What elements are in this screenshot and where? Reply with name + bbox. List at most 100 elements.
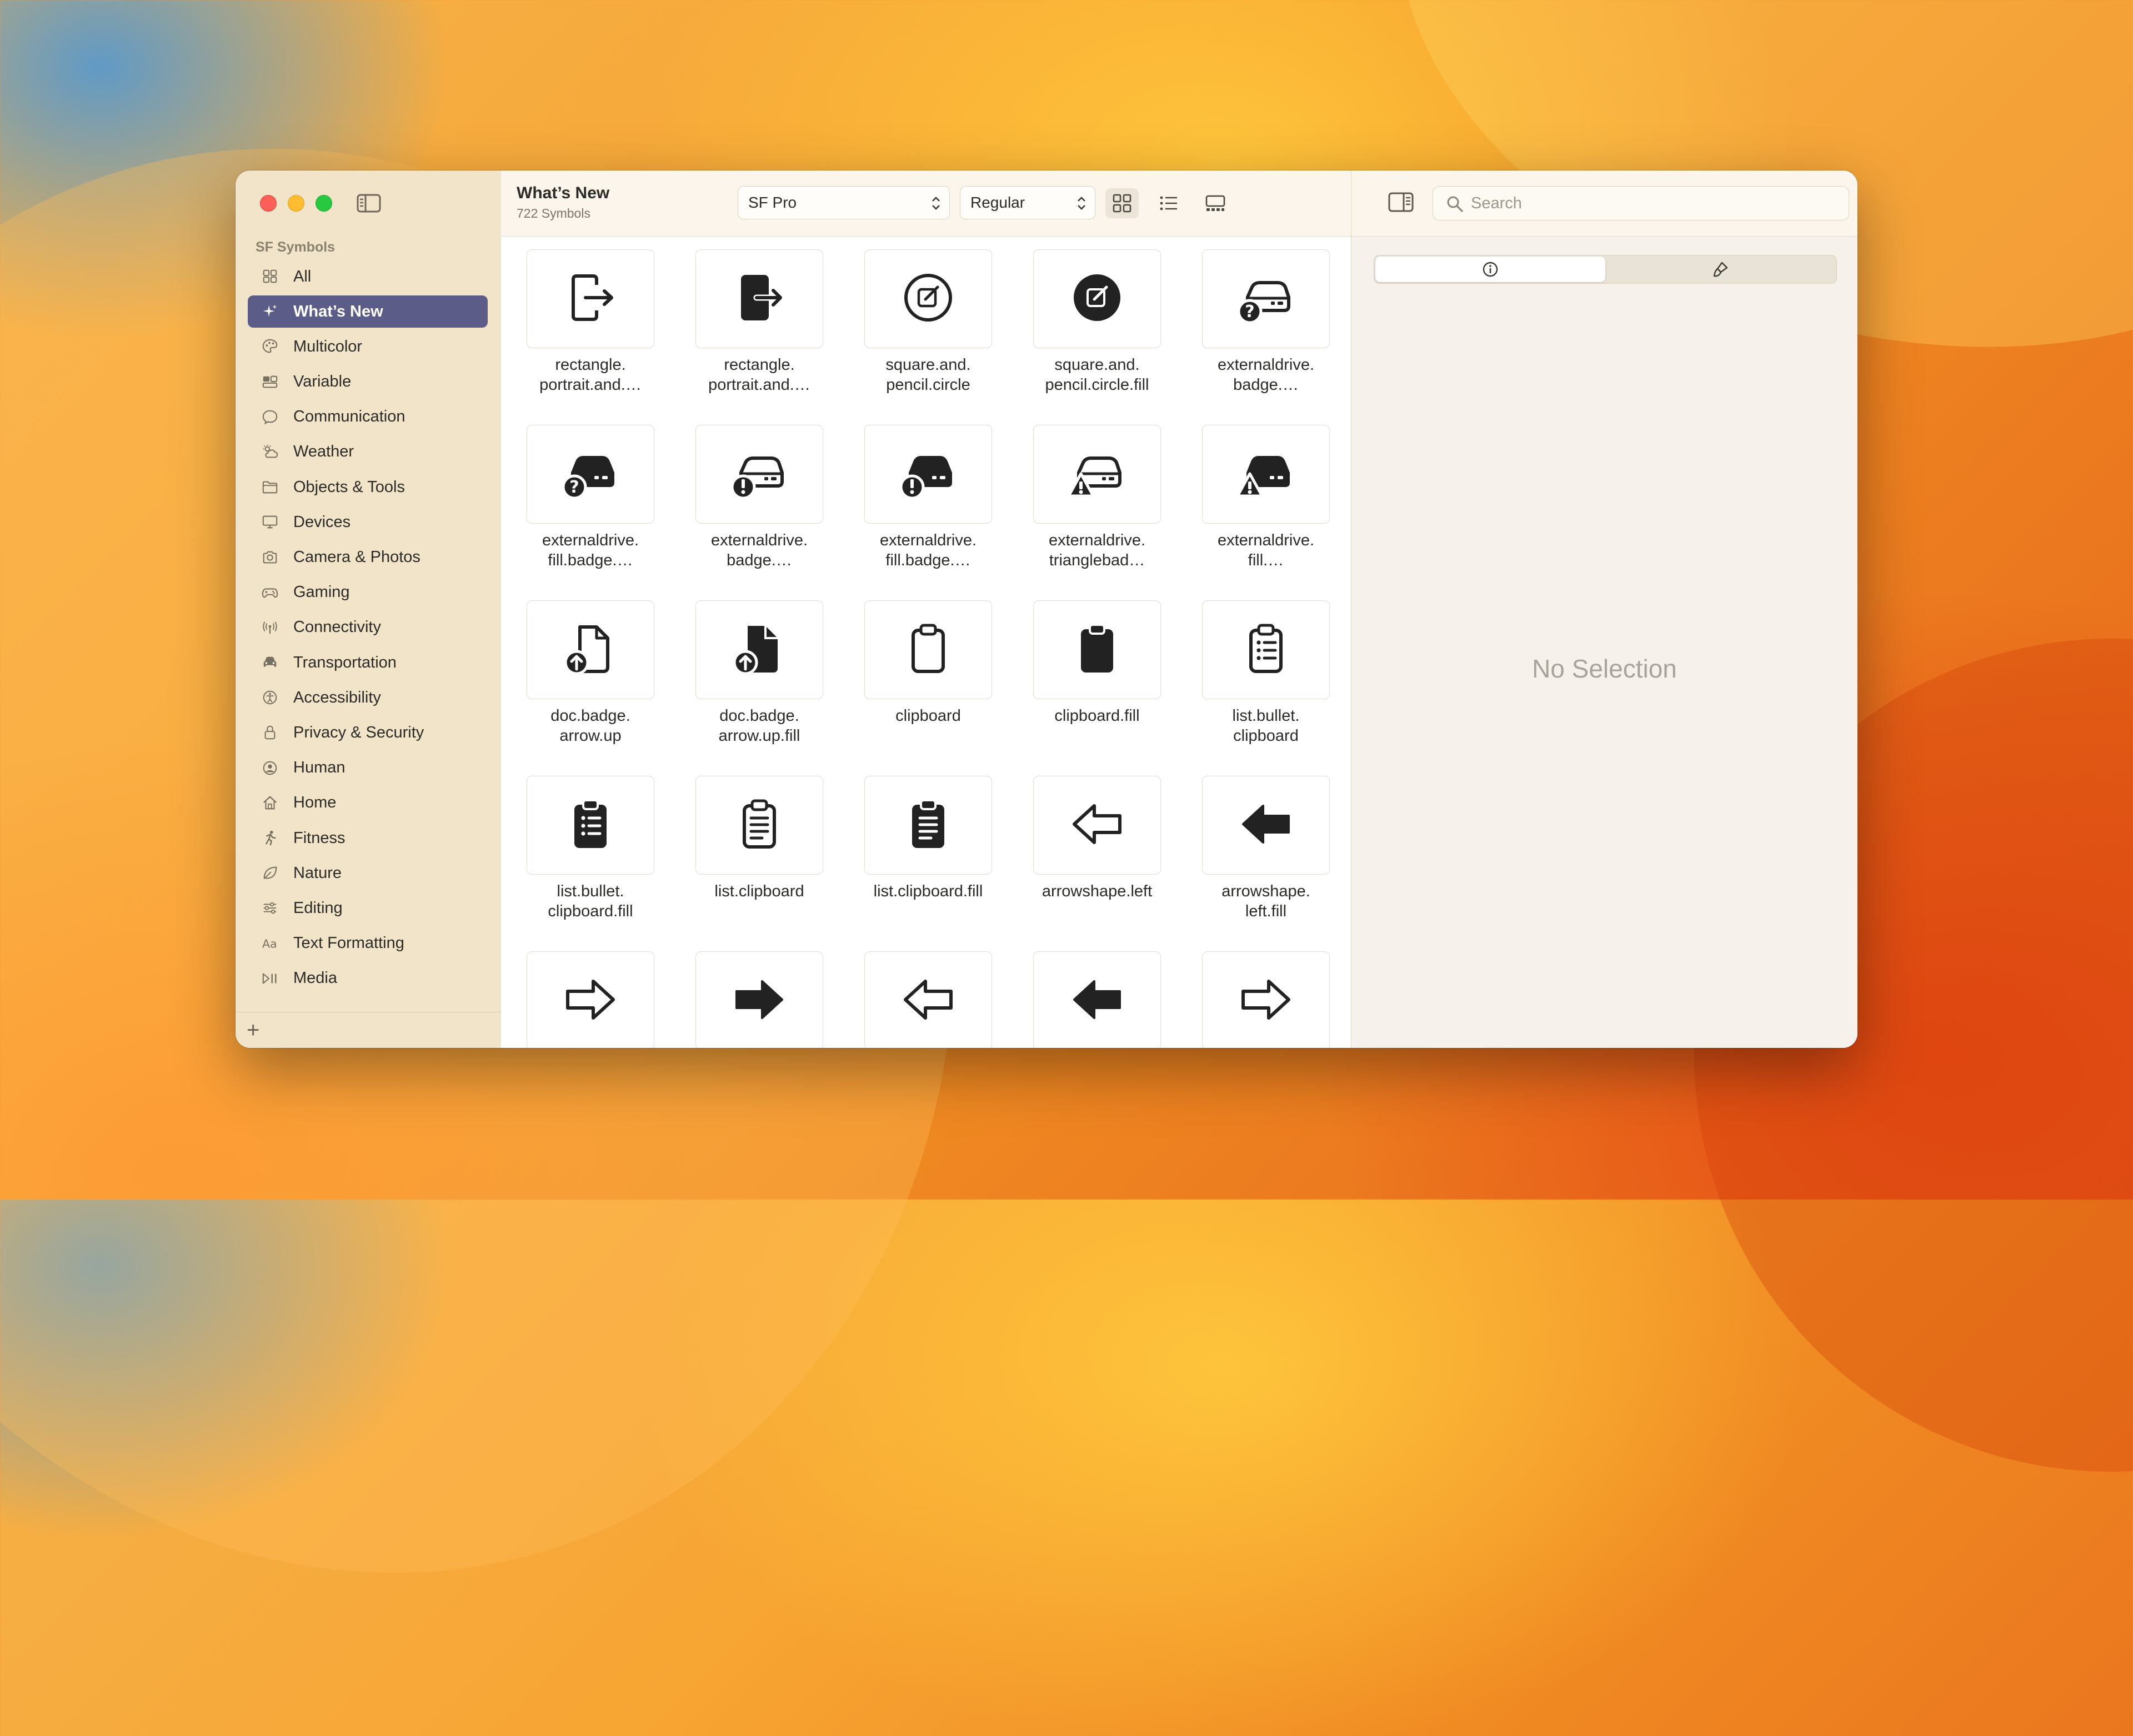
sidebar-item-objects-tools[interactable]: Objects & Tools: [248, 471, 488, 503]
symbol-cell[interactable]: [1202, 951, 1330, 1048]
symbol-cell[interactable]: [695, 951, 823, 1048]
sidebar-item-home[interactable]: Home: [248, 787, 488, 819]
symbol-cell[interactable]: list.bullet. clipboard.fill: [527, 776, 654, 942]
symbol-name: square.and. pencil.circle.fill: [1045, 356, 1149, 394]
symbol-tile[interactable]: [527, 776, 654, 875]
symbol-cell[interactable]: list.bullet. clipboard: [1202, 600, 1330, 767]
sidebar-item-camera-photos[interactable]: Camera & Photos: [248, 541, 488, 574]
symbol-tile[interactable]: [1033, 249, 1161, 348]
sparkle-icon: [260, 303, 280, 320]
symbol-tile[interactable]: [864, 425, 992, 524]
window-controls: [260, 195, 332, 212]
symbol-tile[interactable]: [695, 600, 823, 699]
symbol-cell[interactable]: doc.badge. arrow.up: [527, 600, 654, 767]
symbol-cell[interactable]: [864, 951, 992, 1048]
bubble-icon: [260, 409, 280, 425]
sidebar-item-gaming[interactable]: Gaming: [248, 576, 488, 609]
symbol-tile[interactable]: [1033, 951, 1161, 1048]
symbol-name: list.bullet. clipboard.fill: [548, 882, 633, 920]
symbol-tile[interactable]: [695, 951, 823, 1048]
info-tab[interactable]: [1375, 257, 1605, 282]
symbol-cell[interactable]: [527, 951, 654, 1048]
symbol-tile[interactable]: [695, 776, 823, 875]
sidebar-item-weather[interactable]: Weather: [248, 436, 488, 468]
sidebar-item-nature[interactable]: Nature: [248, 857, 488, 889]
symbol-tile[interactable]: ?: [1202, 249, 1330, 348]
symbol-tile[interactable]: [1033, 600, 1161, 699]
symbol-tile[interactable]: [1033, 776, 1161, 875]
symbol-cell[interactable]: ? externaldrive. fill.badge.…: [527, 425, 654, 591]
add-collection-button[interactable]: +: [247, 1019, 259, 1041]
sidebar-item-multicolor[interactable]: Multicolor: [248, 330, 488, 363]
symbol-cell[interactable]: doc.badge. arrow.up.fill: [695, 600, 823, 767]
sidebar-item-all[interactable]: All: [248, 260, 488, 293]
symbol-cell[interactable]: list.clipboard.fill: [864, 776, 992, 942]
gamecontroller-icon: [260, 584, 280, 601]
sidebar-item-communication[interactable]: Communication: [248, 401, 488, 433]
arrowshape-right-icon: [1235, 969, 1296, 1033]
symbol-cell[interactable]: clipboard: [864, 600, 992, 767]
symbol-cell[interactable]: rectangle. portrait.and.…: [695, 249, 823, 416]
symbol-tile[interactable]: [864, 776, 992, 875]
grid-view-button[interactable]: [1105, 188, 1139, 218]
sidebar: SF Symbols All What’s New Multicolor Variab…: [236, 170, 502, 1048]
sidebar-item-editing[interactable]: Editing: [248, 892, 488, 924]
minimize-button[interactable]: [288, 195, 304, 212]
symbol-cell[interactable]: [1033, 951, 1161, 1048]
sidebar-item-accessibility[interactable]: Accessibility: [248, 681, 488, 714]
inspector-toggle-icon[interactable]: [1388, 192, 1414, 213]
symbol-tile[interactable]: [1202, 776, 1330, 875]
weight-popup[interactable]: Regular: [960, 186, 1095, 219]
sidebar-item-whats-new[interactable]: What’s New: [248, 295, 488, 328]
symbol-cell[interactable]: square.and. pencil.circle.fill: [1033, 249, 1161, 416]
list-view-icon: [1160, 196, 1177, 210]
search-field[interactable]: Search: [1433, 186, 1849, 220]
symbol-cell[interactable]: rectangle. portrait.and.…: [527, 249, 654, 416]
symbol-cell[interactable]: arrowshape. left.fill: [1202, 776, 1330, 942]
symbol-cell[interactable]: externaldrive. fill.badge.…: [864, 425, 992, 591]
gallery-view-button[interactable]: [1199, 188, 1232, 218]
lock-icon: [260, 724, 280, 741]
sidebar-item-fitness[interactable]: Fitness: [248, 822, 488, 854]
drive-fill-triangle-icon: [1235, 443, 1296, 506]
symbol-cell[interactable]: list.clipboard: [695, 776, 823, 942]
sidebar-item-transportation[interactable]: Transportation: [248, 646, 488, 679]
symbol-cell[interactable]: externaldrive. badge.…: [695, 425, 823, 591]
symbol-tile[interactable]: [1202, 951, 1330, 1048]
symbol-tile[interactable]: [695, 249, 823, 348]
sidebar-item-text-formatting[interactable]: Aa Text Formatting: [248, 927, 488, 960]
symbol-tile[interactable]: [527, 249, 654, 348]
sidebar-toggle-icon[interactable]: [357, 194, 381, 213]
close-button[interactable]: [260, 195, 277, 212]
symbol-tile[interactable]: [527, 951, 654, 1048]
symbol-tile[interactable]: ?: [527, 425, 654, 524]
symbol-cell[interactable]: externaldrive. trianglebad…: [1033, 425, 1161, 591]
symbol-tile[interactable]: [864, 249, 992, 348]
sidebar-item-connectivity[interactable]: Connectivity: [248, 611, 488, 644]
symbol-name: rectangle. portrait.and.…: [708, 356, 810, 394]
sidebar-item-privacy-security[interactable]: Privacy & Security: [248, 716, 488, 749]
symbol-tile[interactable]: [864, 951, 992, 1048]
sidebar-item-devices[interactable]: Devices: [248, 506, 488, 538]
sidebar-item-variable[interactable]: Variable: [248, 366, 488, 398]
font-popup[interactable]: SF Pro: [738, 186, 950, 219]
sidebar-item-label: Camera & Photos: [293, 548, 420, 566]
sidebar-item-human[interactable]: Human: [248, 752, 488, 784]
symbol-tile[interactable]: [1202, 600, 1330, 699]
sidebar-item-label: Text Formatting: [293, 934, 404, 952]
list-view-button[interactable]: [1152, 188, 1185, 218]
symbol-cell[interactable]: ? externaldrive. badge.…: [1202, 249, 1330, 416]
zoom-button[interactable]: [316, 195, 332, 212]
sidebar-item-media[interactable]: Media: [248, 962, 488, 995]
symbol-cell[interactable]: square.and. pencil.circle: [864, 249, 992, 416]
symbol-tile[interactable]: [864, 600, 992, 699]
symbol-tile[interactable]: [1202, 425, 1330, 524]
rendering-tab[interactable]: [1605, 257, 1835, 282]
symbol-cell[interactable]: arrowshape.left: [1033, 776, 1161, 942]
symbol-tile[interactable]: [1033, 425, 1161, 524]
symbol-tile[interactable]: [695, 425, 823, 524]
inspector-segmented-control: [1374, 255, 1837, 284]
symbol-cell[interactable]: clipboard.fill: [1033, 600, 1161, 767]
symbol-cell[interactable]: externaldrive. fill.…: [1202, 425, 1330, 591]
symbol-tile[interactable]: [527, 600, 654, 699]
